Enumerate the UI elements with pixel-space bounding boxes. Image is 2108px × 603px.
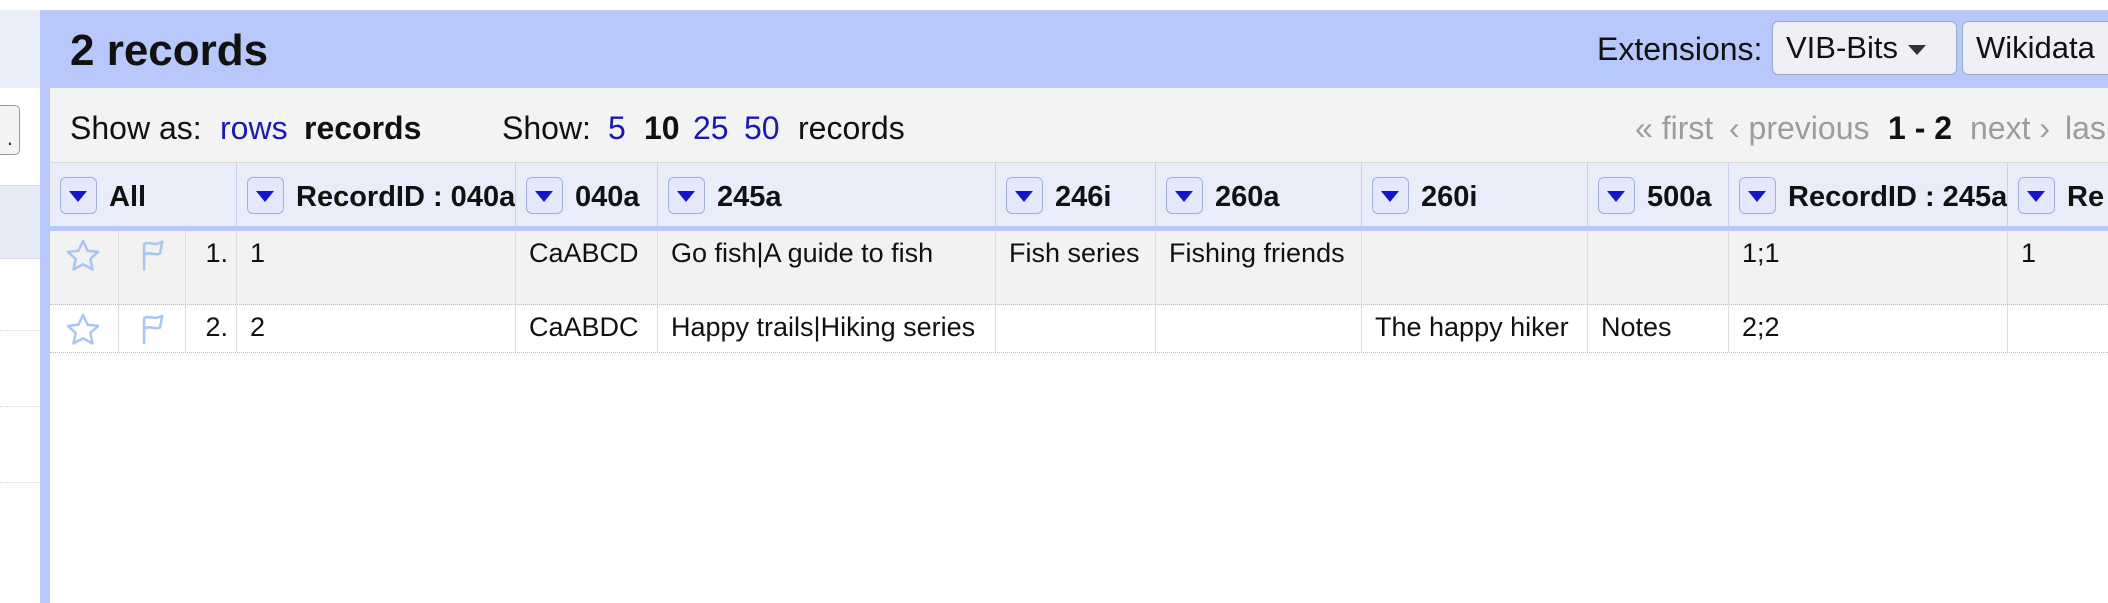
- show-as-label: Show as:: [70, 110, 202, 146]
- cell-recordid-245a[interactable]: 1;1: [1728, 231, 2007, 304]
- facet-divider: [0, 406, 40, 407]
- star-icon: [66, 239, 100, 271]
- pager-first-link[interactable]: « first: [1635, 110, 1713, 147]
- cell-recordid-040a[interactable]: 2: [236, 305, 515, 352]
- cell-260i[interactable]: The happy hiker: [1361, 305, 1587, 352]
- dropdown-triangle-icon[interactable]: [668, 177, 705, 214]
- facet-divider: [0, 330, 40, 331]
- page-size-5-link[interactable]: 5: [608, 110, 626, 147]
- column-header-label: 260i: [1421, 181, 1478, 213]
- column-header-label: RecordID : 245a: [1788, 181, 2007, 213]
- cell-246i[interactable]: [995, 305, 1155, 352]
- table-row: 1. 1 CaABCD Go fish|A guide to fish Fish…: [50, 231, 2108, 305]
- dropdown-triangle-icon[interactable]: [1372, 177, 1409, 214]
- dropdown-triangle-icon[interactable]: [247, 177, 284, 214]
- show-label: Show:: [502, 110, 591, 146]
- dropdown-triangle-icon[interactable]: [1166, 177, 1203, 214]
- page-size-25-link[interactable]: 25: [693, 110, 729, 147]
- column-header-246i: 246i: [995, 163, 1155, 226]
- column-header-040a: 040a: [515, 163, 657, 226]
- facet-panel-header: [0, 10, 40, 88]
- extensions-label: Extensions:: [1597, 31, 1763, 67]
- cell-260i[interactable]: [1361, 231, 1587, 304]
- column-header-recordid-245a: RecordID : 245a: [1728, 163, 2007, 226]
- facet-button-glyph: .: [6, 125, 13, 150]
- star-toggle[interactable]: [50, 305, 118, 352]
- column-header-label: Re: [2067, 181, 2105, 213]
- pager-range: 1 - 2: [1888, 110, 1953, 146]
- view-toolbar: Show as: rows records Show: 5 10 25 50 r…: [50, 88, 2108, 163]
- show-as-rows-link[interactable]: rows: [220, 110, 288, 147]
- cell-246i[interactable]: Fish series: [995, 231, 1155, 304]
- cell-500a[interactable]: Notes: [1587, 305, 1728, 352]
- page-size-50-link[interactable]: 50: [744, 110, 780, 147]
- column-header-label: RecordID : 040a: [296, 181, 515, 213]
- cell-recordid-040a[interactable]: 1: [236, 231, 515, 304]
- column-header-260a: 260a: [1155, 163, 1361, 226]
- cell-260a[interactable]: Fishing friends: [1155, 231, 1361, 304]
- show-suffix-label: records: [798, 110, 905, 146]
- cell-040a[interactable]: CaABCD: [515, 231, 657, 304]
- cell-truncated[interactable]: [2007, 305, 2108, 352]
- column-header-recordid-040a: RecordID : 040a: [236, 163, 515, 226]
- extension-wikidata-button[interactable]: Wikidata: [1962, 21, 2108, 75]
- flag-icon: [142, 240, 164, 271]
- pager-previous-link[interactable]: ‹ previous: [1729, 110, 1870, 147]
- dropdown-triangle-icon[interactable]: [60, 177, 97, 214]
- cell-260a[interactable]: [1155, 305, 1361, 352]
- cell-recordid-245a[interactable]: 2;2: [1728, 305, 2007, 352]
- column-header-label: 500a: [1647, 181, 1712, 213]
- pager-last-link[interactable]: las: [2065, 110, 2106, 147]
- dropdown-triangle-icon[interactable]: [1739, 177, 1776, 214]
- facet-divider: [0, 482, 40, 483]
- column-header-row: All RecordID : 040a 040a 245a 246i 260a: [50, 163, 2108, 231]
- flag-toggle[interactable]: [118, 305, 185, 352]
- flag-toggle[interactable]: [118, 231, 185, 304]
- extension-wikidata-label: Wikidata: [1976, 30, 2095, 65]
- extension-vib-bits-label: VIB-Bits: [1786, 30, 1898, 65]
- column-header-label: All: [109, 181, 147, 213]
- row-index: 2.: [185, 305, 236, 352]
- chevron-down-icon: [1907, 44, 1926, 55]
- column-header-truncated: Re: [2007, 163, 2108, 226]
- column-header-label: 260a: [1215, 181, 1280, 213]
- star-toggle[interactable]: [50, 231, 118, 304]
- star-icon: [66, 313, 100, 345]
- column-header-all: All: [50, 163, 236, 226]
- facet-panel-button[interactable]: .: [0, 105, 20, 155]
- column-header-label: 040a: [575, 181, 640, 213]
- cell-500a[interactable]: [1587, 231, 1728, 304]
- page-size-10-current: 10: [644, 110, 680, 146]
- dropdown-triangle-icon[interactable]: [2018, 177, 2055, 214]
- pager-next-link[interactable]: next ›: [1970, 110, 2050, 147]
- facet-panel: .: [0, 0, 40, 603]
- column-header-245a: 245a: [657, 163, 995, 226]
- extension-vib-bits-button[interactable]: VIB-Bits: [1772, 21, 1957, 75]
- table-row: 2. 2 CaABDC Happy trails|Hiking series T…: [50, 305, 2108, 353]
- dropdown-triangle-icon[interactable]: [1006, 177, 1043, 214]
- dropdown-triangle-icon[interactable]: [526, 177, 563, 214]
- column-header-label: 246i: [1055, 181, 1112, 213]
- cell-245a[interactable]: Happy trails|Hiking series: [657, 305, 995, 352]
- column-header-260i: 260i: [1361, 163, 1587, 226]
- panel-resize-divider[interactable]: [40, 10, 50, 603]
- data-view: 2 records Extensions: VIB-Bits Wikidata …: [50, 10, 2108, 603]
- cell-040a[interactable]: CaABDC: [515, 305, 657, 352]
- cell-245a[interactable]: Go fish|A guide to fish: [657, 231, 995, 304]
- dropdown-triangle-icon[interactable]: [1598, 177, 1635, 214]
- column-header-500a: 500a: [1587, 163, 1728, 226]
- row-index: 1.: [185, 231, 236, 304]
- flag-icon: [142, 314, 164, 345]
- show-as-records-current: records: [304, 110, 422, 146]
- column-header-label: 245a: [717, 181, 782, 213]
- record-count-title: 2 records: [70, 26, 269, 75]
- cell-truncated[interactable]: 1: [2007, 231, 2108, 304]
- view-header-bar: 2 records Extensions: VIB-Bits Wikidata: [50, 10, 2108, 88]
- facet-panel-selected-item[interactable]: [0, 185, 40, 259]
